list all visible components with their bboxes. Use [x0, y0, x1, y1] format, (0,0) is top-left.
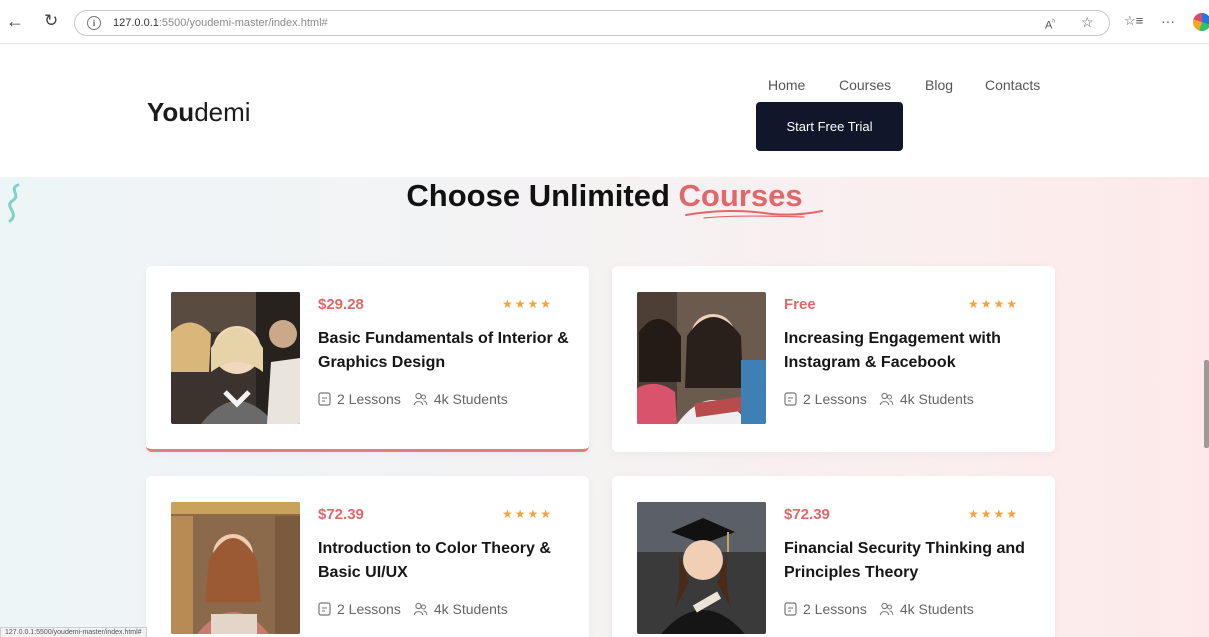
- course-card[interactable]: $29.28 ★★★★ Basic Fundamentals of Interi…: [146, 266, 589, 452]
- course-thumbnail: [171, 502, 300, 634]
- students-count: 4k Students: [433, 391, 508, 407]
- back-arrow-icon[interactable]: ←: [6, 12, 24, 30]
- students-count: 4k Students: [899, 601, 974, 617]
- course-card[interactable]: $72.39 ★★★★ Financial Security Thinking …: [612, 476, 1055, 637]
- students-icon: [879, 602, 894, 616]
- course-card[interactable]: Free ★★★★ Increasing Engagement with Ins…: [612, 266, 1055, 452]
- course-title[interactable]: Introduction to Color Theory & Basic UI/…: [318, 537, 578, 585]
- address-bar[interactable]: i 127.0.0.1:5500/youdemi-master/index.ht…: [74, 10, 1110, 36]
- course-card[interactable]: $72.39 ★★★★ Introduction to Color Theory…: [146, 476, 589, 637]
- lessons-icon: [784, 392, 797, 406]
- course-thumbnail: [171, 292, 300, 424]
- course-price: $72.39: [318, 506, 364, 523]
- section-title: Choose Unlimited Courses: [406, 178, 803, 213]
- course-price: $29.28: [318, 296, 364, 313]
- browser-toolbar: ← ↻ i 127.0.0.1:5500/youdemi-master/inde…: [0, 0, 1209, 44]
- nav-home[interactable]: Home: [768, 77, 805, 93]
- course-meta: 2 Lessons 4k Students: [318, 601, 508, 617]
- site-info-icon[interactable]: i: [87, 16, 101, 30]
- lessons-icon: [318, 392, 331, 406]
- url-text: 127.0.0.1:5500/youdemi-master/index.html…: [113, 17, 328, 29]
- rating-stars-icon: ★★★★: [968, 297, 1020, 311]
- rating-stars-icon: ★★★★: [502, 507, 554, 521]
- copilot-icon[interactable]: [1193, 13, 1209, 31]
- course-title[interactable]: Financial Security Thinking and Principl…: [784, 537, 1044, 585]
- start-free-trial-button[interactable]: Start Free Trial: [756, 102, 903, 151]
- lessons-count: 2 Lessons: [803, 391, 867, 407]
- course-title[interactable]: Basic Fundamentals of Interior & Graphic…: [318, 327, 578, 375]
- lessons-count: 2 Lessons: [337, 601, 401, 617]
- course-title[interactable]: Increasing Engagement with Instagram & F…: [784, 327, 1044, 375]
- course-meta: 2 Lessons 4k Students: [784, 601, 974, 617]
- course-thumbnail: [637, 502, 766, 634]
- site-logo[interactable]: Youdemi: [147, 97, 251, 128]
- nav-courses[interactable]: Courses: [839, 77, 891, 93]
- status-bar-url: 127.0.0.1:5500/youdemi-master/index.html…: [0, 627, 147, 637]
- course-price: Free: [784, 296, 816, 313]
- page-scrollbar[interactable]: [1204, 360, 1209, 448]
- lessons-count: 2 Lessons: [337, 391, 401, 407]
- course-meta: 2 Lessons 4k Students: [784, 391, 974, 407]
- site-header: Youdemi Home Courses Blog Contacts Start…: [0, 45, 1209, 177]
- reload-icon[interactable]: ↻: [44, 12, 58, 30]
- read-aloud-icon[interactable]: Aʰ: [1045, 16, 1055, 33]
- students-count: 4k Students: [899, 391, 974, 407]
- rating-stars-icon: ★★★★: [968, 507, 1020, 521]
- lessons-icon: [318, 602, 331, 616]
- nav-blog[interactable]: Blog: [925, 77, 953, 93]
- course-meta: 2 Lessons 4k Students: [318, 391, 508, 407]
- students-count: 4k Students: [433, 601, 508, 617]
- favorites-bar-icon[interactable]: ☆≡: [1124, 14, 1143, 28]
- favorite-star-icon[interactable]: ☆: [1081, 15, 1094, 29]
- title-underline-icon: [685, 209, 823, 219]
- lessons-count: 2 Lessons: [803, 601, 867, 617]
- more-options-icon[interactable]: ···: [1161, 14, 1175, 28]
- course-price: $72.39: [784, 506, 830, 523]
- rating-stars-icon: ★★★★: [502, 297, 554, 311]
- students-icon: [413, 392, 428, 406]
- students-icon: [879, 392, 894, 406]
- nav-contacts[interactable]: Contacts: [985, 77, 1040, 93]
- lessons-icon: [784, 602, 797, 616]
- course-thumbnail: [637, 292, 766, 424]
- students-icon: [413, 602, 428, 616]
